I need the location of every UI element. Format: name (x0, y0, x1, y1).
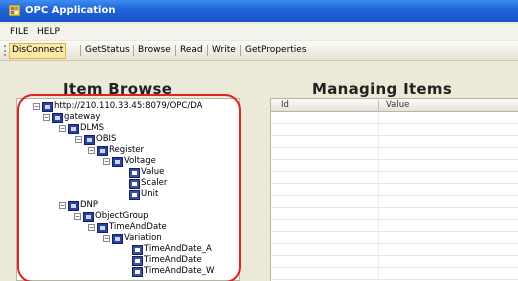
grid-empty-row (271, 112, 518, 124)
managing-items-grid[interactable]: Id Value (270, 98, 518, 281)
folder-icon (112, 234, 123, 244)
toolbar-separator (240, 45, 241, 56)
item-browse-tree[interactable]: − http://210.110.33.45:8079/OPC/DA − gat… (16, 98, 240, 281)
grid-body (271, 112, 518, 281)
folder-icon (52, 113, 63, 123)
tag-icon (129, 190, 140, 200)
read-button[interactable]: Read (178, 43, 205, 57)
menu-help[interactable]: HELP (37, 27, 60, 37)
tree-node-label: DNP (80, 200, 99, 210)
toolbar-grip-icon[interactable] (4, 45, 8, 56)
grid-empty-row (271, 256, 518, 268)
toolbar: DisConnect GetStatus Browse Read Write G… (0, 41, 518, 61)
grid-empty-row (271, 136, 518, 148)
getproperties-button[interactable]: GetProperties (243, 43, 309, 57)
grid-empty-row (271, 220, 518, 232)
tree-node-label: http://210.110.33.45:8079/OPC/DA (54, 101, 203, 111)
column-separator[interactable] (378, 100, 379, 110)
grid-empty-row (271, 244, 518, 256)
getstatus-button[interactable]: GetStatus (83, 43, 132, 57)
window-title: OPC Application (25, 5, 116, 16)
tree-node-label: Voltage (124, 156, 156, 166)
menu-file[interactable]: FILE (10, 27, 29, 37)
title-bar[interactable]: OPC Application (0, 0, 518, 22)
toolbar-separator (207, 45, 208, 56)
tree-node-label: Scaler (141, 178, 168, 188)
grid-empty-row (271, 124, 518, 136)
browse-button[interactable]: Browse (136, 43, 173, 57)
grid-empty-row (271, 232, 518, 244)
menu-bar: FILE HELP (0, 24, 518, 40)
grid-empty-row (271, 160, 518, 172)
app-window: OPC Application FILE HELP DisConnect Get… (0, 0, 518, 281)
toolbar-separator (80, 45, 81, 56)
grid-header: Id Value (271, 99, 518, 112)
collapse-icon[interactable]: − (59, 125, 66, 132)
disconnect-button[interactable]: DisConnect (9, 43, 67, 59)
collapse-icon[interactable]: − (103, 158, 110, 165)
grid-empty-row (271, 268, 518, 280)
tag-icon (132, 245, 143, 255)
item-browse-title: Item Browse (63, 80, 173, 98)
collapse-icon[interactable]: − (75, 136, 82, 143)
folder-icon (112, 157, 123, 167)
collapse-icon[interactable]: − (74, 213, 81, 220)
toolbar-separator (133, 45, 134, 56)
tag-icon (129, 168, 140, 178)
tree-node-label: ObjectGroup (95, 211, 149, 221)
toolbar-separator (175, 45, 176, 56)
tag-icon (129, 179, 140, 189)
grid-empty-row (271, 196, 518, 208)
tree-node-label: gateway (64, 112, 101, 122)
write-button[interactable]: Write (210, 43, 238, 57)
tree-node-label: DLMS (80, 123, 105, 133)
app-icon (9, 5, 20, 16)
collapse-icon[interactable]: − (88, 224, 95, 231)
tree-node-label: TimeAndDate (144, 255, 202, 265)
collapse-icon[interactable]: − (59, 202, 66, 209)
collapse-icon[interactable]: − (88, 147, 95, 154)
collapse-icon[interactable]: − (103, 235, 110, 242)
folder-icon (84, 135, 95, 145)
tag-icon (132, 256, 143, 266)
column-header-id[interactable]: Id (281, 100, 289, 110)
tree-node-label: TimeAndDate (109, 222, 167, 232)
folder-icon (97, 223, 108, 233)
tree-node-label: Variation (124, 233, 162, 243)
tree-node-label: Unit (141, 189, 159, 199)
tag-icon (132, 267, 143, 277)
grid-empty-row (271, 148, 518, 160)
folder-icon (97, 146, 108, 156)
folder-icon (83, 212, 94, 222)
grid-empty-row (271, 184, 518, 196)
tree-node-label: OBIS (96, 134, 117, 144)
tree-node-label: TimeAndDate_A (144, 244, 212, 254)
managing-items-title: Managing Items (312, 80, 453, 98)
collapse-icon[interactable]: − (33, 103, 40, 110)
grid-empty-row (271, 208, 518, 220)
tree-node-label: Value (141, 167, 165, 177)
folder-icon (68, 201, 79, 211)
tree-node-label: TimeAndDate_W (144, 266, 215, 276)
folder-icon (68, 124, 79, 134)
tree-node-label: Register (109, 145, 144, 155)
collapse-icon[interactable]: − (43, 114, 50, 121)
grid-empty-row (271, 172, 518, 184)
column-header-value[interactable]: Value (386, 100, 409, 110)
server-icon (42, 102, 53, 112)
